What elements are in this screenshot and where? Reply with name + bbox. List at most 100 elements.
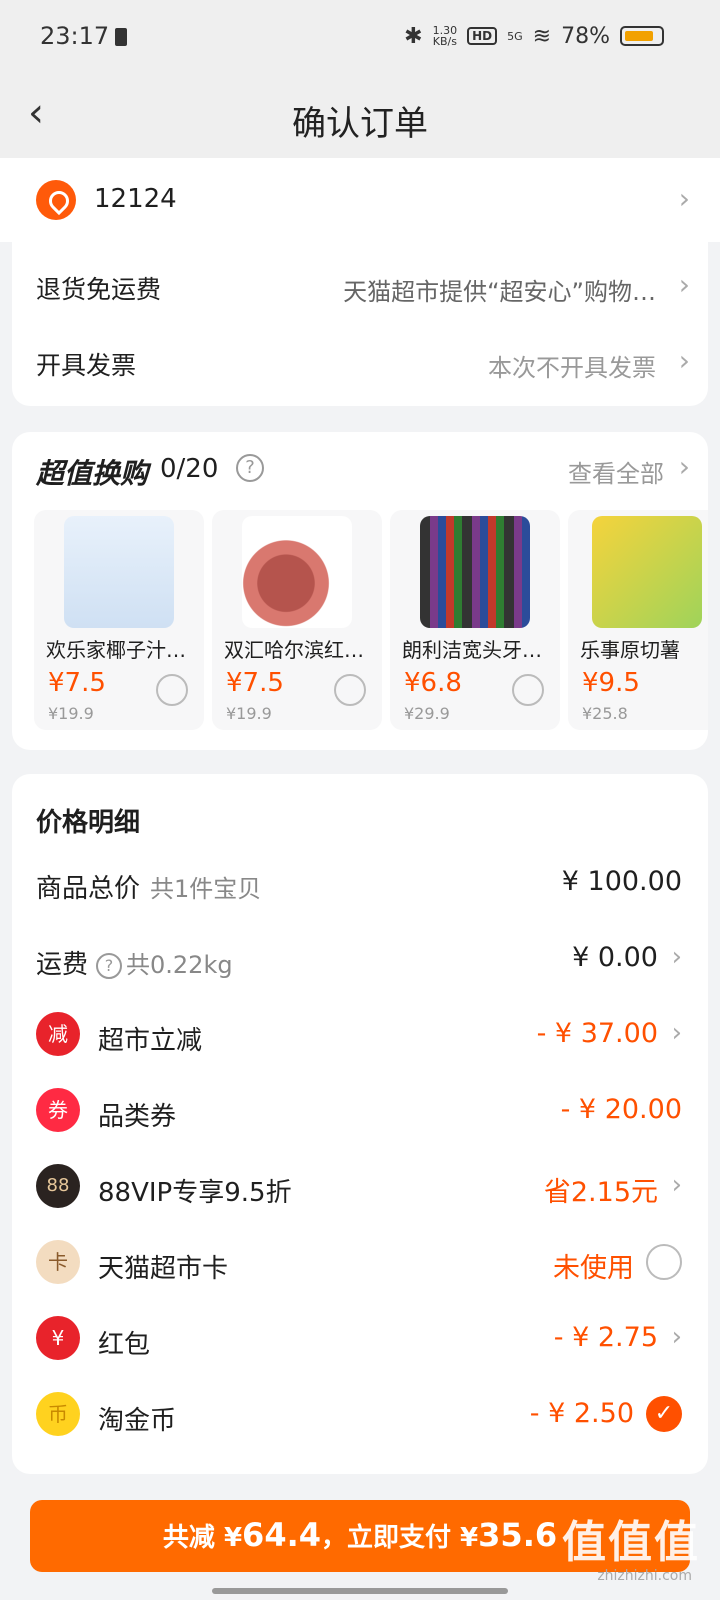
product-name: 双汇哈尔滨红… xyxy=(224,638,364,662)
battery-icon xyxy=(620,26,664,46)
red-packet-icon: ¥ xyxy=(36,1316,80,1360)
product-price: ¥7.5 xyxy=(226,668,284,698)
taojinbi-row[interactable]: 币 淘金币 - ¥ 2.50 ✓ xyxy=(36,1392,682,1436)
chevron-right-icon: › xyxy=(671,1018,682,1048)
red-packet-value: - ¥ 2.75 xyxy=(553,1322,658,1353)
wifi-icon: ≋ xyxy=(532,23,552,49)
pay-prefix: 共减 ¥ xyxy=(162,1523,243,1553)
value-swap-card: 超值换购 0/20 ? 查看全部 › 欢乐家椰子汁… ¥7.5 ¥19.9 双汇… xyxy=(12,432,708,750)
swap-title: 超值换购 xyxy=(36,457,149,490)
product-original-price: ¥25.8 xyxy=(582,704,628,723)
swap-count: 0/20 xyxy=(160,454,219,484)
chips-image xyxy=(592,516,702,628)
shipping-row[interactable]: 运费? 共0.22kg ¥ 0.00 › xyxy=(36,940,682,980)
status-time: 23:17 xyxy=(40,22,110,50)
supermarket-card-label: 天猫超市卡 xyxy=(98,1254,229,1284)
chevron-right-icon: › xyxy=(678,344,690,377)
red-packet-label: 红包 xyxy=(98,1330,151,1360)
swap-product-card[interactable]: 乐事原切薯 ¥9.5 ¥25.8 xyxy=(568,510,708,730)
help-icon[interactable]: ? xyxy=(96,953,123,979)
coconut-juice-image xyxy=(64,516,174,628)
product-name: 乐事原切薯 xyxy=(580,638,680,662)
shipping-label-text: 运费 xyxy=(36,950,89,980)
subtotal-row: 商品总价 共1件宝贝 ¥ 100.00 xyxy=(36,864,682,904)
address-text: 12124 xyxy=(94,184,177,214)
hd-icon: HD xyxy=(467,27,498,45)
pay-discount: 64.4 xyxy=(242,1516,321,1554)
check-icon[interactable]: ✓ xyxy=(646,1396,682,1432)
coupon-icon: 券 xyxy=(36,1088,80,1132)
taojinbi-label: 淘金币 xyxy=(98,1406,177,1436)
red-packet-row[interactable]: ¥ 红包 - ¥ 2.75 › xyxy=(36,1316,682,1360)
view-all-link[interactable]: 查看全部 xyxy=(568,454,664,489)
location-pin-icon xyxy=(36,180,76,220)
supermarket-card-row[interactable]: 卡 天猫超市卡 未使用 xyxy=(36,1240,682,1284)
shipping-weight: 共0.22kg xyxy=(126,951,233,979)
product-original-price: ¥19.9 xyxy=(226,704,272,723)
product-original-price: ¥29.9 xyxy=(404,704,450,723)
help-icon[interactable]: ? xyxy=(236,454,264,482)
page-title: 确认订单 xyxy=(292,104,428,144)
product-price: ¥7.5 xyxy=(48,668,106,698)
service-card: 退货免运费 天猫超市提供“超安心”购物… › 开具发票 本次不开具发票 › xyxy=(12,242,708,406)
item-count: 共1件宝贝 xyxy=(150,875,262,903)
chevron-right-icon: › xyxy=(678,268,690,301)
toothbrush-image xyxy=(420,516,530,628)
discount-icon: 减 xyxy=(36,1012,80,1056)
coupon-value: - ¥ 20.00 xyxy=(560,1094,682,1125)
discount-label: 超市立减 xyxy=(98,1026,203,1056)
shipping-label: 运费? 共0.22kg xyxy=(36,944,233,981)
swap-product-card[interactable]: 朗利洁宽头牙… ¥6.8 ¥29.9 xyxy=(390,510,560,730)
return-shipping-value: 天猫超市提供“超安心”购物… xyxy=(343,278,656,306)
product-price: ¥6.8 xyxy=(404,668,462,698)
product-name: 欢乐家椰子汁… xyxy=(46,638,186,662)
swap-product-card[interactable]: 双汇哈尔滨红… ¥7.5 ¥19.9 xyxy=(212,510,382,730)
sausage-image xyxy=(242,516,352,628)
select-radio[interactable] xyxy=(156,674,188,706)
net-speed: 1.30 KB/s xyxy=(433,25,458,47)
signal-5g: 5G xyxy=(507,29,523,43)
coupon-label: 品类券 xyxy=(98,1102,177,1132)
pay-mid: ，立即支付 ¥ xyxy=(321,1523,479,1553)
vip-88-icon: 88 xyxy=(36,1164,80,1208)
watermark-logo: 值值值 xyxy=(562,1517,700,1568)
taojinbi-value: - ¥ 2.50 xyxy=(529,1398,634,1429)
price-detail-card: 价格明细 商品总价 共1件宝贝 ¥ 100.00 运费? 共0.22kg ¥ 0.0… xyxy=(12,774,708,1474)
address-row[interactable]: 12124 › xyxy=(0,158,720,242)
product-price: ¥9.5 xyxy=(582,668,640,698)
status-bar: 23:17 ✱ 1.30 KB/s HD 5G ≋ 78% xyxy=(0,0,720,78)
supermarket-discount-row[interactable]: 减 超市立减 - ¥ 37.00 › xyxy=(36,1012,682,1056)
subtotal-label-text: 商品总价 xyxy=(36,874,141,904)
net-speed-unit: KB/s xyxy=(432,35,457,48)
invoice-row[interactable]: 开具发票 本次不开具发票 › xyxy=(12,324,708,406)
home-indicator[interactable] xyxy=(212,1588,508,1594)
select-radio[interactable] xyxy=(646,1244,682,1280)
discount-value: - ¥ 37.00 xyxy=(536,1018,658,1049)
status-icons: ✱ 1.30 KB/s HD 5G ≋ 78% xyxy=(404,22,664,50)
chevron-right-icon: › xyxy=(671,1322,682,1352)
pay-amount: 35.6 xyxy=(478,1516,558,1554)
price-detail-title: 价格明细 xyxy=(36,808,141,838)
select-radio[interactable] xyxy=(512,674,544,706)
vip-label: 88VIP专享9.5折 xyxy=(98,1178,292,1208)
vip-discount-row[interactable]: 88 88VIP专享9.5折 省2.15元 › xyxy=(36,1164,682,1208)
vip-value: 省2.15元 xyxy=(543,1177,658,1208)
shipping-value: ¥ 0.00 xyxy=(572,942,658,973)
chevron-right-icon: › xyxy=(671,942,682,972)
bluetooth-icon: ✱ xyxy=(404,23,423,49)
nav-bar: ‹ 确认订单 xyxy=(0,78,720,158)
subtotal-value: ¥ 100.00 xyxy=(561,866,682,897)
chevron-right-icon: › xyxy=(678,450,690,483)
subtotal-label: 商品总价 共1件宝贝 xyxy=(36,868,261,905)
swap-product-card[interactable]: 欢乐家椰子汁… ¥7.5 ¥19.9 xyxy=(34,510,204,730)
category-coupon-row: 券 品类券 - ¥ 20.00 xyxy=(36,1088,682,1132)
lock-icon xyxy=(115,28,127,46)
invoice-label: 开具发票 xyxy=(36,351,137,380)
product-name: 朗利洁宽头牙… xyxy=(402,638,542,662)
select-radio[interactable] xyxy=(334,674,366,706)
supermarket-card-value: 未使用 xyxy=(553,1253,634,1284)
return-shipping-row[interactable]: 退货免运费 天猫超市提供“超安心”购物… › xyxy=(12,242,708,324)
product-original-price: ¥19.9 xyxy=(48,704,94,723)
invoice-value: 本次不开具发票 xyxy=(488,354,656,382)
chevron-right-icon: › xyxy=(671,1170,682,1200)
